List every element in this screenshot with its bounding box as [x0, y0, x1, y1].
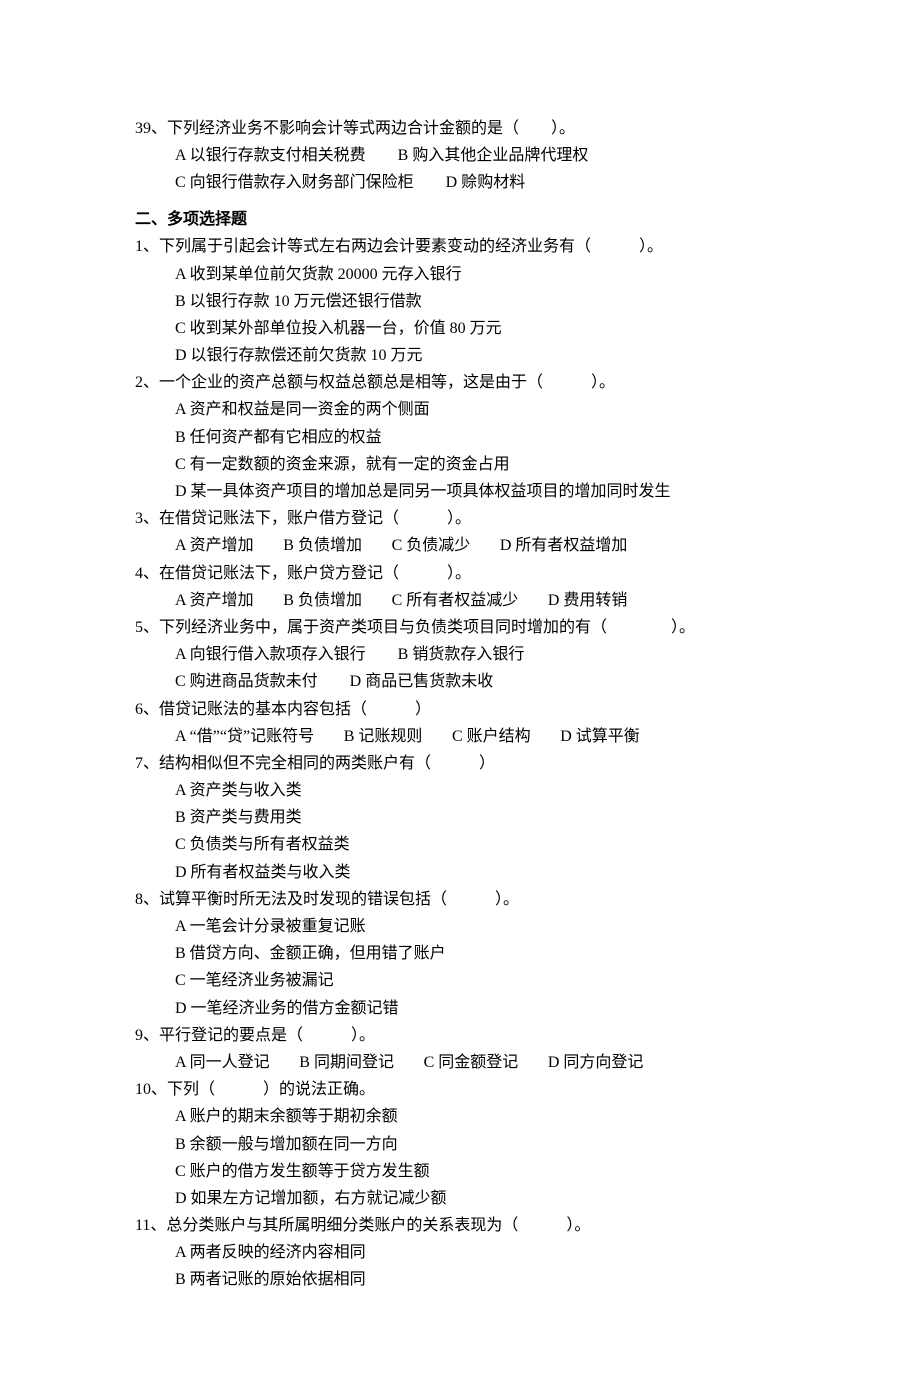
- document-page: 39、下列经济业务不影响会计等式两边合计金额的是（ ）。 A 以银行存款支付相关…: [0, 0, 920, 1394]
- question-text: 一个企业的资产总额与权益总额总是相等，这是由于（ ）。: [159, 374, 615, 391]
- question-options-line: C 向银行借款存入财务部门保险柜 D 赊购材料: [135, 169, 800, 196]
- question-number: 10、: [135, 1081, 167, 1098]
- option-a: A 收到某单位前欠货款 20000 元存入银行: [135, 261, 800, 288]
- option-d: D 费用转销: [548, 592, 628, 609]
- option-b: B 任何资产都有它相应的权益: [135, 424, 800, 451]
- question-stem: 8、试算平衡时所无法及时发现的错误包括（ ）。: [135, 886, 800, 913]
- question-number: 1、: [135, 238, 159, 255]
- question-text: 下列经济业务中，属于资产类项目与负债类项目同时增加的有（ ）。: [159, 619, 695, 636]
- question-7: 7、结构相似但不完全相同的两类账户有（ ） A 资产类与收入类 B 资产类与费用…: [135, 750, 800, 886]
- question-number: 9、: [135, 1027, 159, 1044]
- question-stem: 6、借贷记账法的基本内容包括（ ）: [135, 696, 800, 723]
- question-text: 借贷记账法的基本内容包括（ ）: [159, 701, 431, 718]
- option-d: D 某一具体资产项目的增加总是同另一项具体权益项目的增加同时发生: [135, 478, 800, 505]
- question-39: 39、下列经济业务不影响会计等式两边合计金额的是（ ）。 A 以银行存款支付相关…: [135, 115, 800, 197]
- question-stem: 1、下列属于引起会计等式左右两边会计要素变动的经济业务有（ ）。: [135, 233, 800, 260]
- option-a: A 资产增加: [175, 537, 254, 554]
- option-d: D 所有者权益增加: [500, 537, 628, 554]
- question-options-line: C 购进商品货款未付 D 商品已售货款未收: [135, 668, 800, 695]
- option-b: B 资产类与费用类: [135, 804, 800, 831]
- question-1: 1、下列属于引起会计等式左右两边会计要素变动的经济业务有（ ）。 A 收到某单位…: [135, 233, 800, 369]
- option-c: C 负债减少: [392, 537, 471, 554]
- option-a: A “借”“贷”记账符号: [175, 728, 314, 745]
- question-stem: 11、总分类账户与其所属明细分类账户的关系表现为（ ）。: [135, 1212, 800, 1239]
- question-stem: 2、一个企业的资产总额与权益总额总是相等，这是由于（ ）。: [135, 369, 800, 396]
- question-text: 平行登记的要点是（ ）。: [159, 1027, 375, 1044]
- question-4: 4、在借贷记账法下，账户贷方登记（ ）。 A 资产增加 B 负债增加 C 所有者…: [135, 560, 800, 614]
- question-stem: 10、下列（ ）的说法正确。: [135, 1076, 800, 1103]
- question-number: 39、: [135, 120, 167, 137]
- question-options-line: A 向银行借入款项存入银行 B 销货款存入银行: [135, 641, 800, 668]
- option-c: C 账户结构: [452, 728, 531, 745]
- option-d: D 所有者权益类与收入类: [135, 859, 800, 886]
- option-d: D 同方向登记: [548, 1054, 644, 1071]
- option-d: D 如果左方记增加额，右方就记减少额: [135, 1185, 800, 1212]
- option-c: C 所有者权益减少: [392, 592, 519, 609]
- question-stem: 4、在借贷记账法下，账户贷方登记（ ）。: [135, 560, 800, 587]
- question-text: 下列（ ）的说法正确。: [167, 1081, 375, 1098]
- option-a: A 资产类与收入类: [135, 777, 800, 804]
- section-title: 二、多项选择题: [135, 206, 800, 233]
- question-options-line: A 以银行存款支付相关税费 B 购入其他企业品牌代理权: [135, 142, 800, 169]
- option-d: D 一笔经济业务的借方金额记错: [135, 995, 800, 1022]
- question-text: 下列经济业务不影响会计等式两边合计金额的是（ ）。: [167, 120, 575, 137]
- question-6: 6、借贷记账法的基本内容包括（ ） A “借”“贷”记账符号 B 记账规则 C …: [135, 696, 800, 750]
- question-text: 结构相似但不完全相同的两类账户有（ ）: [159, 755, 495, 772]
- option-a: A 一笔会计分录被重复记账: [135, 913, 800, 940]
- question-number: 3、: [135, 510, 159, 527]
- question-9: 9、平行登记的要点是（ ）。 A 同一人登记 B 同期间登记 C 同金额登记 D…: [135, 1022, 800, 1076]
- question-options: A 资产增加 B 负债增加 C 负债减少 D 所有者权益增加: [135, 532, 800, 559]
- option-a: A 资产和权益是同一资金的两个侧面: [135, 396, 800, 423]
- option-c: C 账户的借方发生额等于贷方发生额: [135, 1158, 800, 1185]
- question-stem: 39、下列经济业务不影响会计等式两边合计金额的是（ ）。: [135, 115, 800, 142]
- question-text: 总分类账户与其所属明细分类账户的关系表现为（ ）。: [166, 1217, 590, 1234]
- option-c: C 收到某外部单位投入机器一台，价值 80 万元: [135, 315, 800, 342]
- option-d: D 以银行存款偿还前欠货款 10 万元: [135, 342, 800, 369]
- option-b: B 余额一般与增加额在同一方向: [135, 1131, 800, 1158]
- question-number: 2、: [135, 374, 159, 391]
- option-c: C 同金额登记: [424, 1054, 519, 1071]
- option-a: A 账户的期末余额等于期初余额: [135, 1103, 800, 1130]
- question-text: 在借贷记账法下，账户贷方登记（ ）。: [159, 565, 471, 582]
- option-b: B 两者记账的原始依据相同: [135, 1266, 800, 1293]
- question-text: 在借贷记账法下，账户借方登记（ ）。: [159, 510, 471, 527]
- option-b: B 负债增加: [283, 537, 362, 554]
- option-a: A 资产增加: [175, 592, 254, 609]
- question-text: 下列属于引起会计等式左右两边会计要素变动的经济业务有（ ）。: [159, 238, 663, 255]
- question-number: 4、: [135, 565, 159, 582]
- question-options: A “借”“贷”记账符号 B 记账规则 C 账户结构 D 试算平衡: [135, 723, 800, 750]
- option-b: B 以银行存款 10 万元偿还银行借款: [135, 288, 800, 315]
- question-5: 5、下列经济业务中，属于资产类项目与负债类项目同时增加的有（ ）。 A 向银行借…: [135, 614, 800, 696]
- option-b: B 记账规则: [344, 728, 423, 745]
- option-b: B 负债增加: [283, 592, 362, 609]
- question-stem: 9、平行登记的要点是（ ）。: [135, 1022, 800, 1049]
- question-stem: 5、下列经济业务中，属于资产类项目与负债类项目同时增加的有（ ）。: [135, 614, 800, 641]
- question-3: 3、在借贷记账法下，账户借方登记（ ）。 A 资产增加 B 负债增加 C 负债减…: [135, 505, 800, 559]
- option-b: B 借贷方向、金额正确，但用错了账户: [135, 940, 800, 967]
- question-stem: 3、在借贷记账法下，账户借方登记（ ）。: [135, 505, 800, 532]
- question-stem: 7、结构相似但不完全相同的两类账户有（ ）: [135, 750, 800, 777]
- question-options: A 同一人登记 B 同期间登记 C 同金额登记 D 同方向登记: [135, 1049, 800, 1076]
- question-number: 11、: [135, 1217, 166, 1234]
- question-8: 8、试算平衡时所无法及时发现的错误包括（ ）。 A 一笔会计分录被重复记账 B …: [135, 886, 800, 1022]
- option-b: B 同期间登记: [299, 1054, 394, 1071]
- question-options: A 资产增加 B 负债增加 C 所有者权益减少 D 费用转销: [135, 587, 800, 614]
- option-c: C 负债类与所有者权益类: [135, 831, 800, 858]
- question-number: 5、: [135, 619, 159, 636]
- question-2: 2、一个企业的资产总额与权益总额总是相等，这是由于（ ）。 A 资产和权益是同一…: [135, 369, 800, 505]
- question-number: 8、: [135, 891, 159, 908]
- question-10: 10、下列（ ）的说法正确。 A 账户的期末余额等于期初余额 B 余额一般与增加…: [135, 1076, 800, 1212]
- option-c: C 一笔经济业务被漏记: [135, 967, 800, 994]
- question-number: 6、: [135, 701, 159, 718]
- option-a: A 两者反映的经济内容相同: [135, 1239, 800, 1266]
- option-a: A 同一人登记: [175, 1054, 270, 1071]
- option-d: D 试算平衡: [560, 728, 640, 745]
- question-11: 11、总分类账户与其所属明细分类账户的关系表现为（ ）。 A 两者反映的经济内容…: [135, 1212, 800, 1294]
- option-c: C 有一定数额的资金来源，就有一定的资金占用: [135, 451, 800, 478]
- question-text: 试算平衡时所无法及时发现的错误包括（ ）。: [159, 891, 519, 908]
- question-number: 7、: [135, 755, 159, 772]
